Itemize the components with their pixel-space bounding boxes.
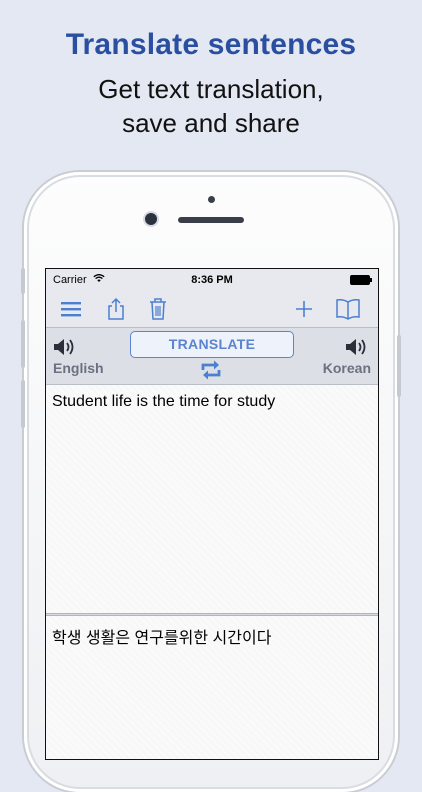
source-text: Student life is the time for study (52, 393, 276, 410)
status-time: 8:36 PM (191, 274, 233, 286)
volume-up-button (21, 320, 25, 368)
proximity-sensor (208, 196, 215, 203)
mute-switch (21, 268, 25, 294)
app-screen: Carrier 8:36 PM English TRANSLATE Korean… (45, 268, 379, 760)
source-text-input[interactable]: Student life is the time for study (46, 385, 378, 613)
add-icon (296, 301, 312, 317)
battery-icon (350, 275, 372, 285)
promo-subline-1: Get text translation, (98, 74, 324, 104)
toolbar (46, 291, 378, 328)
swap-languages-icon[interactable] (199, 359, 223, 381)
phrasebook-button[interactable] (334, 295, 362, 323)
earpiece-speaker (178, 217, 244, 223)
power-button (397, 335, 401, 397)
translation-output[interactable]: 학생 생활은 연구를위한 시간이다 (46, 616, 378, 759)
source-language-label[interactable]: English (53, 360, 104, 376)
front-camera (145, 213, 157, 225)
promo-headline: Translate sentences (65, 28, 357, 61)
language-controls: English TRANSLATE Korean (46, 328, 378, 385)
menu-icon (61, 302, 81, 317)
speak-source-icon[interactable] (52, 336, 78, 358)
volume-down-button (21, 380, 25, 428)
translated-text: 학생 생활은 연구를위한 시간이다 (52, 630, 272, 647)
speak-target-icon[interactable] (344, 336, 370, 358)
share-icon (108, 297, 124, 320)
book-icon (336, 299, 360, 320)
trash-icon (150, 298, 166, 320)
share-button[interactable] (102, 295, 130, 323)
target-language-label[interactable]: Korean (323, 360, 371, 376)
delete-button[interactable] (144, 295, 172, 323)
add-button[interactable] (290, 295, 318, 323)
promo-subline-2: save and share (122, 108, 300, 138)
translate-button[interactable]: TRANSLATE (130, 331, 294, 358)
menu-button[interactable] (57, 295, 85, 323)
status-bar: Carrier 8:36 PM (46, 269, 378, 291)
